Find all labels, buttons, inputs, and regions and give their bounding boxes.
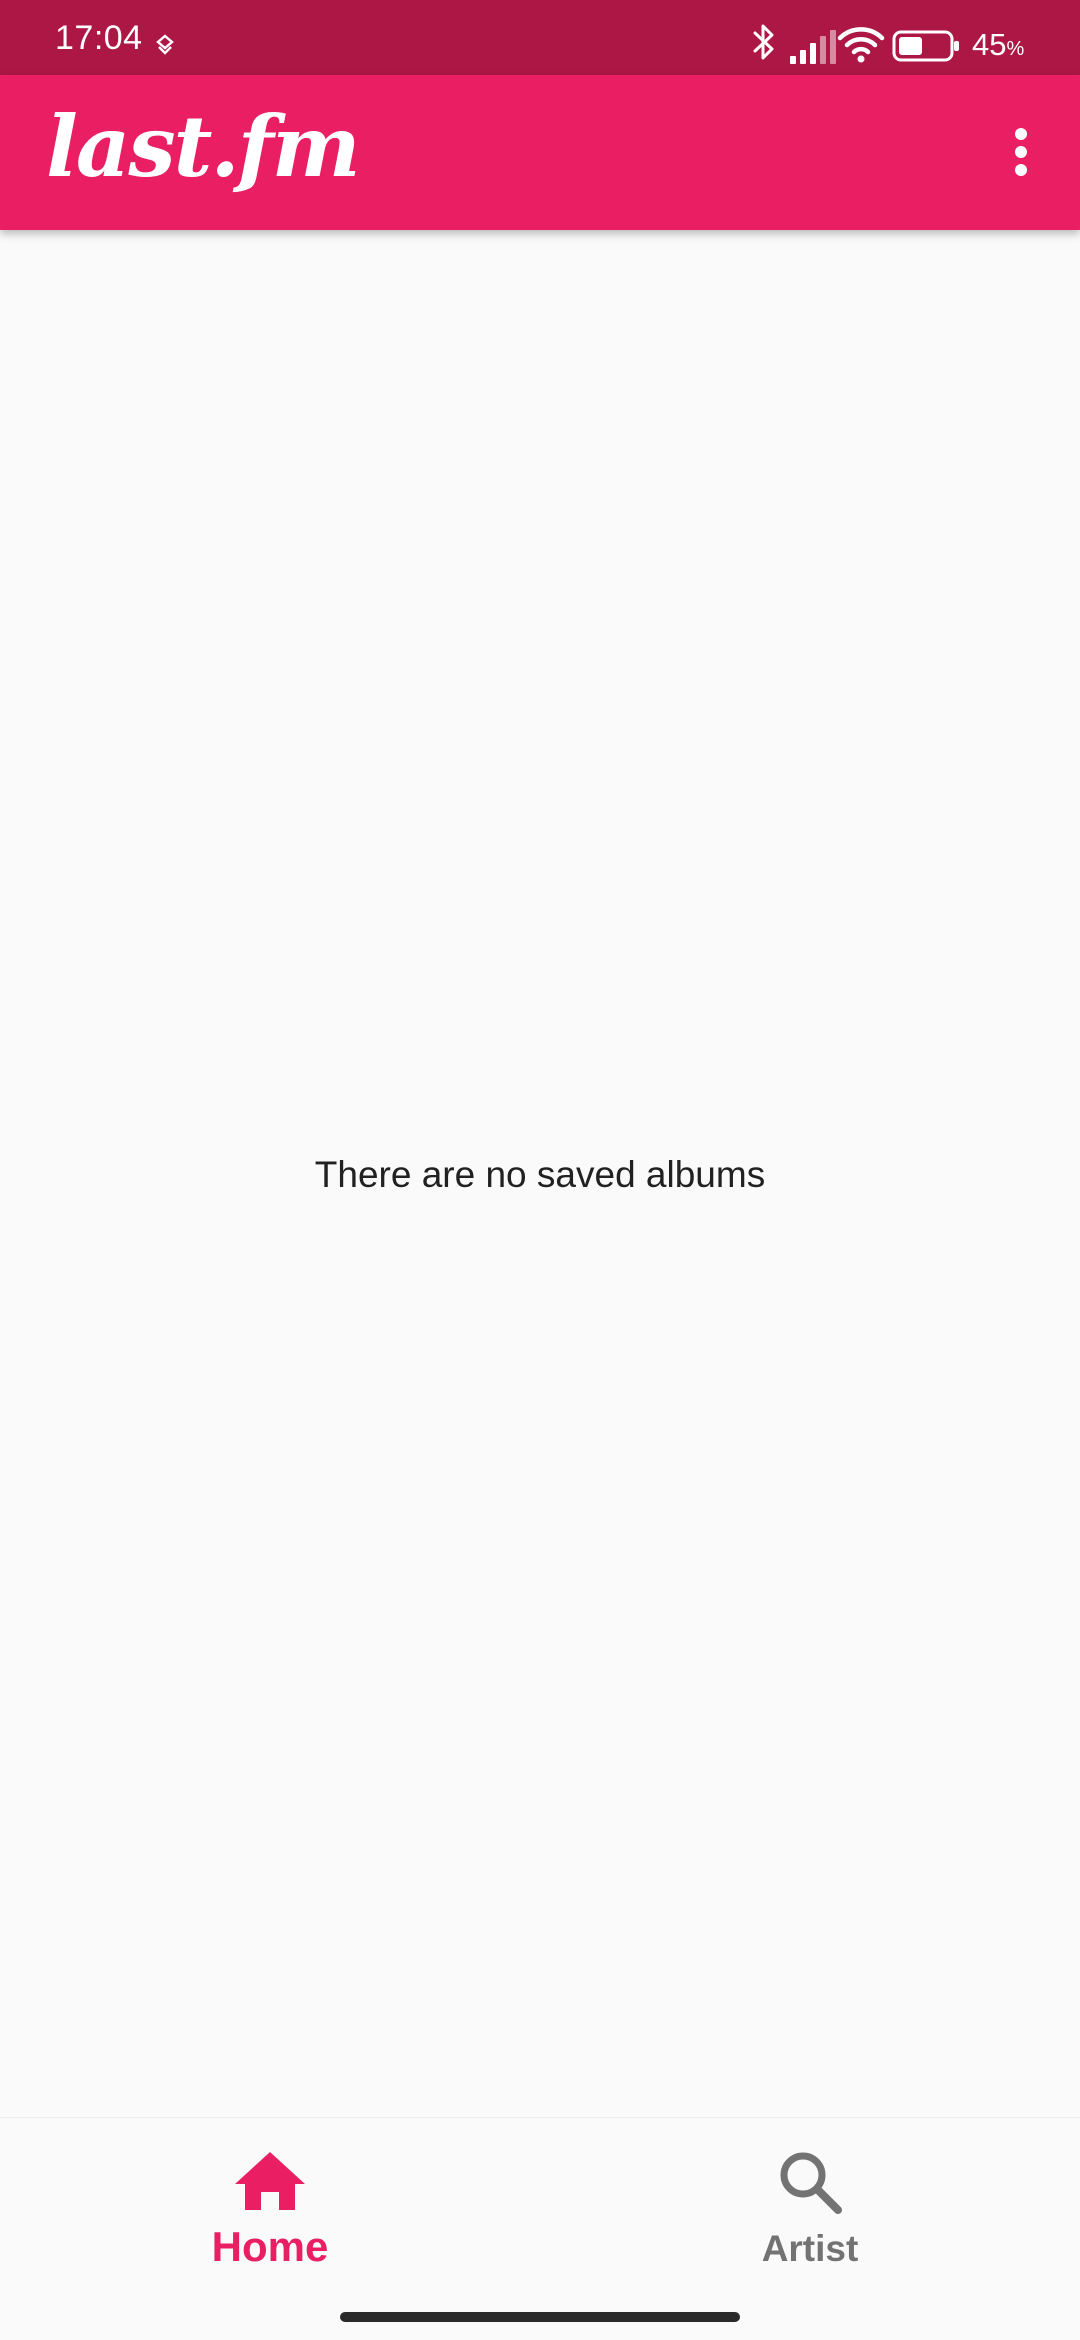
overflow-menu-button[interactable]	[986, 117, 1056, 187]
app-logo: last.fm	[46, 97, 361, 196]
signal-icon	[790, 30, 836, 64]
more-vert-icon	[1015, 128, 1027, 176]
bottom-navigation: Home Artist	[0, 2117, 1080, 2296]
nav-label-artist: Artist	[761, 2228, 859, 2269]
battery-percentage: 45%	[972, 27, 1025, 62]
nav-item-artist[interactable]: Artist	[540, 2118, 1080, 2296]
search-icon	[780, 2152, 842, 2214]
nav-item-home[interactable]: Home	[0, 2118, 540, 2296]
app-bar: last.fm	[0, 75, 1080, 230]
gesture-navigation-bar[interactable]	[340, 2312, 740, 2322]
albums-content: There are no saved albums	[0, 230, 1080, 2117]
bluetooth-icon	[753, 24, 774, 60]
empty-state-message: There are no saved albums	[314, 1154, 766, 1195]
notification-app-icon	[156, 34, 174, 55]
nav-label-home: Home	[211, 2223, 329, 2270]
wifi-icon	[837, 27, 885, 63]
status-time: 17:04	[55, 19, 143, 57]
status-bar: 17:04 45%	[0, 0, 1080, 75]
battery-icon	[892, 30, 959, 62]
home-icon	[235, 2152, 305, 2210]
